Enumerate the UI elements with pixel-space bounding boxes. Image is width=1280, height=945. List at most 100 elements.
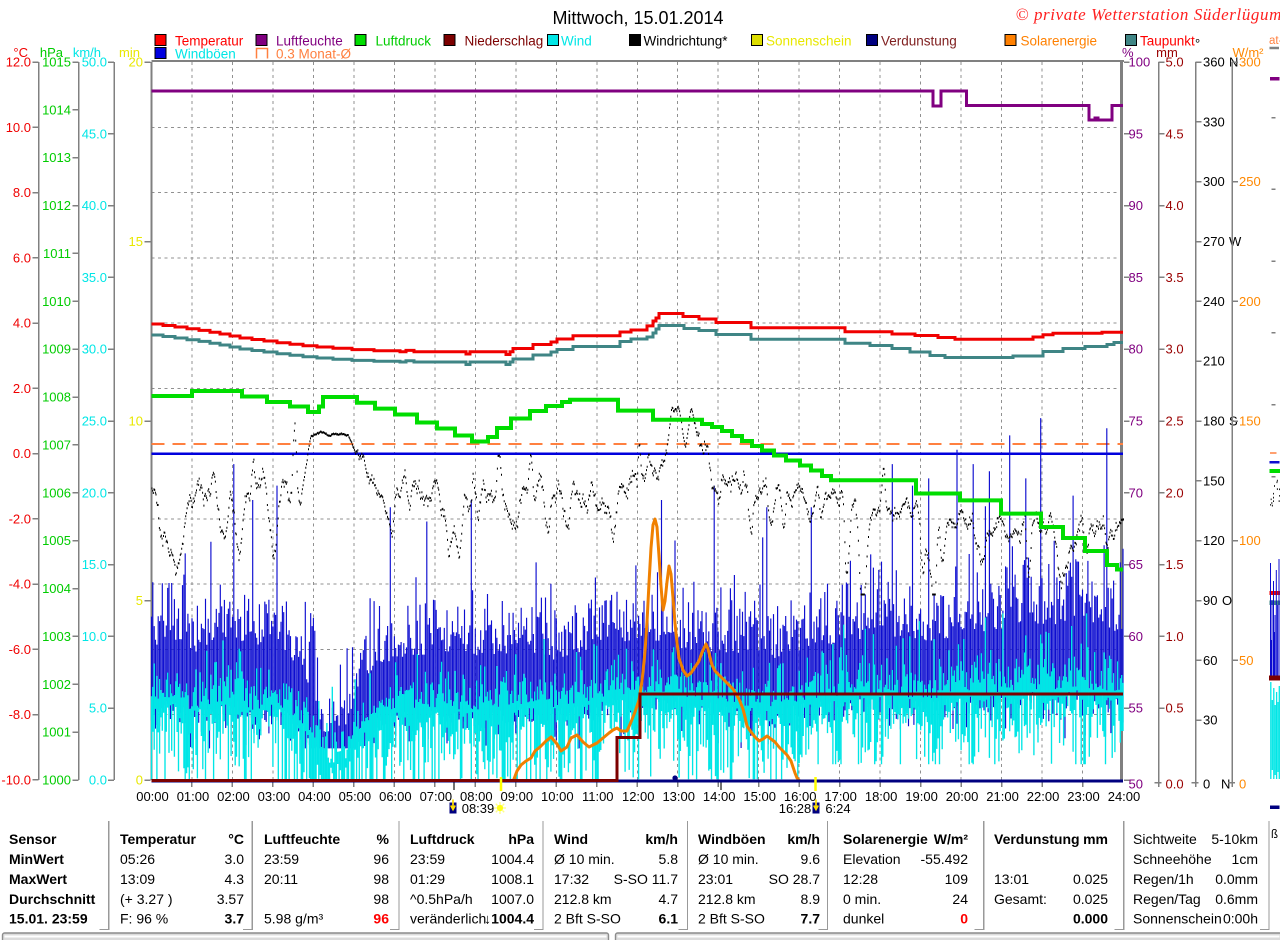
svg-text:Luftfeuchte: Luftfeuchte (264, 831, 340, 847)
svg-text:hPa: hPa (40, 45, 64, 60)
svg-text:Sonnenschein: Sonnenschein (1133, 911, 1222, 927)
svg-text:75: 75 (1129, 414, 1143, 429)
svg-text:Regen/1h: Regen/1h (1133, 871, 1194, 887)
svg-text:2.0: 2.0 (13, 381, 31, 396)
svg-text:0 min.: 0 min. (843, 891, 881, 907)
svg-text:330: 330 (1203, 114, 1225, 129)
svg-text:km/h: km/h (73, 45, 101, 60)
svg-text:Wind: Wind (554, 831, 588, 847)
svg-text:0.025: 0.025 (1073, 871, 1108, 887)
svg-text:360: 360 (1203, 55, 1225, 70)
svg-text:01:00: 01:00 (177, 789, 210, 804)
svg-text:Ø 10 min.: Ø 10 min. (554, 851, 615, 867)
svg-text:30.0: 30.0 (82, 342, 107, 357)
svg-text:120: 120 (1203, 533, 1225, 548)
svg-text:3.0: 3.0 (1166, 342, 1184, 357)
svg-text:1009: 1009 (42, 342, 71, 357)
svg-text:1005: 1005 (42, 533, 71, 548)
svg-text:250: 250 (1239, 174, 1261, 189)
svg-text:Verdunstung: Verdunstung (994, 831, 1080, 847)
svg-text:9.6: 9.6 (801, 851, 821, 867)
svg-text:MinWert: MinWert (9, 851, 64, 867)
svg-text:0.0: 0.0 (89, 773, 107, 788)
svg-text:210: 210 (1203, 354, 1225, 369)
svg-text:2 Bft S-SO: 2 Bft S-SO (554, 911, 621, 927)
svg-text:05:00: 05:00 (339, 789, 372, 804)
svg-text:km/h: km/h (645, 831, 678, 847)
svg-text:Durchschnitt: Durchschnitt (9, 891, 96, 907)
svg-text:3.5: 3.5 (1166, 270, 1184, 285)
svg-text:65: 65 (1129, 557, 1143, 572)
svg-text:0.5: 0.5 (1166, 701, 1184, 716)
svg-text:2.0: 2.0 (1166, 485, 1184, 500)
svg-text:0: 0 (960, 911, 968, 927)
svg-text:20:00: 20:00 (946, 789, 979, 804)
svg-text:-8.0: -8.0 (9, 707, 31, 722)
svg-text:°C: °C (228, 831, 244, 847)
svg-text:km/h: km/h (787, 831, 820, 847)
svg-text:22:00: 22:00 (1027, 789, 1060, 804)
svg-text:6.0: 6.0 (13, 250, 31, 265)
svg-text:90: 90 (1203, 593, 1217, 608)
svg-text:ß: ß (1271, 829, 1278, 841)
svg-text:dunkel: dunkel (843, 911, 884, 927)
svg-text:1.0: 1.0 (1166, 629, 1184, 644)
svg-text:0.0: 0.0 (1166, 777, 1184, 792)
svg-text:80: 80 (1129, 342, 1143, 357)
svg-text:3.57: 3.57 (217, 891, 244, 907)
svg-text:10:00: 10:00 (541, 789, 574, 804)
svg-text:1013: 1013 (42, 150, 71, 165)
svg-text:Solarenergie: Solarenergie (843, 831, 928, 847)
svg-text:-4.0: -4.0 (9, 577, 31, 592)
svg-text:Windrichtung*: Windrichtung* (644, 34, 729, 49)
svg-text:hPa: hPa (508, 831, 534, 847)
svg-text:Taupunkt: Taupunkt (1140, 34, 1195, 49)
svg-text:1001: 1001 (42, 725, 71, 740)
svg-text:60: 60 (1129, 629, 1143, 644)
svg-text:18:00: 18:00 (865, 789, 898, 804)
svg-text:200: 200 (1239, 294, 1261, 309)
svg-text:13:01: 13:01 (994, 871, 1029, 887)
svg-text:8.0: 8.0 (13, 185, 31, 200)
svg-text:4.7: 4.7 (659, 891, 679, 907)
svg-text:-2.0: -2.0 (9, 511, 31, 526)
svg-text:-55.492: -55.492 (921, 851, 969, 867)
svg-text:Schneehöhe: Schneehöhe (1133, 851, 1212, 867)
svg-text:70: 70 (1129, 485, 1143, 500)
svg-text:Luftdruck: Luftdruck (410, 831, 475, 847)
svg-text:150: 150 (1203, 473, 1225, 488)
svg-text:°C: °C (13, 45, 28, 60)
svg-text:6.1: 6.1 (659, 911, 679, 927)
svg-text:0.0: 0.0 (13, 446, 31, 461)
svg-text:0.025: 0.025 (1073, 891, 1108, 907)
svg-text:4.0: 4.0 (13, 316, 31, 331)
svg-text:1007: 1007 (42, 437, 71, 452)
svg-text:1012: 1012 (42, 198, 71, 213)
svg-text:W: W (1229, 234, 1242, 249)
svg-text:3.7: 3.7 (225, 911, 245, 927)
svg-text:© private Wetterstation Süderl: © private Wetterstation Süderlügum (1016, 5, 1280, 24)
svg-text:↓1004.4: ↓1004.4 (484, 911, 534, 927)
svg-text:35.0: 35.0 (82, 270, 107, 285)
svg-text:Sichtweite: Sichtweite (1133, 831, 1197, 847)
svg-text:15.0: 15.0 (82, 557, 107, 572)
svg-text:14:00: 14:00 (703, 789, 736, 804)
svg-text:100: 100 (1239, 533, 1261, 548)
svg-text:60: 60 (1203, 653, 1217, 668)
svg-text:0: 0 (1239, 777, 1246, 792)
svg-text:1014: 1014 (42, 102, 71, 117)
svg-text:min: min (119, 45, 140, 60)
svg-text:Wind: Wind (561, 34, 592, 49)
svg-text:1008: 1008 (42, 390, 71, 405)
svg-text:4.0: 4.0 (1166, 198, 1184, 213)
svg-text:N: N (1221, 777, 1230, 792)
svg-text:^0.5hPa/h: ^0.5hPa/h (410, 891, 473, 907)
svg-text:at-: at- (1269, 35, 1280, 47)
svg-text:S-SO 11.7: S-SO 11.7 (614, 871, 679, 887)
svg-text:1002: 1002 (42, 677, 71, 692)
svg-text:23:00: 23:00 (1067, 789, 1100, 804)
svg-text:109: 109 (945, 871, 969, 887)
svg-text:SO 28.7: SO 28.7 (769, 871, 821, 887)
svg-text:1004.4: 1004.4 (491, 851, 534, 867)
svg-text:1004: 1004 (42, 581, 71, 596)
